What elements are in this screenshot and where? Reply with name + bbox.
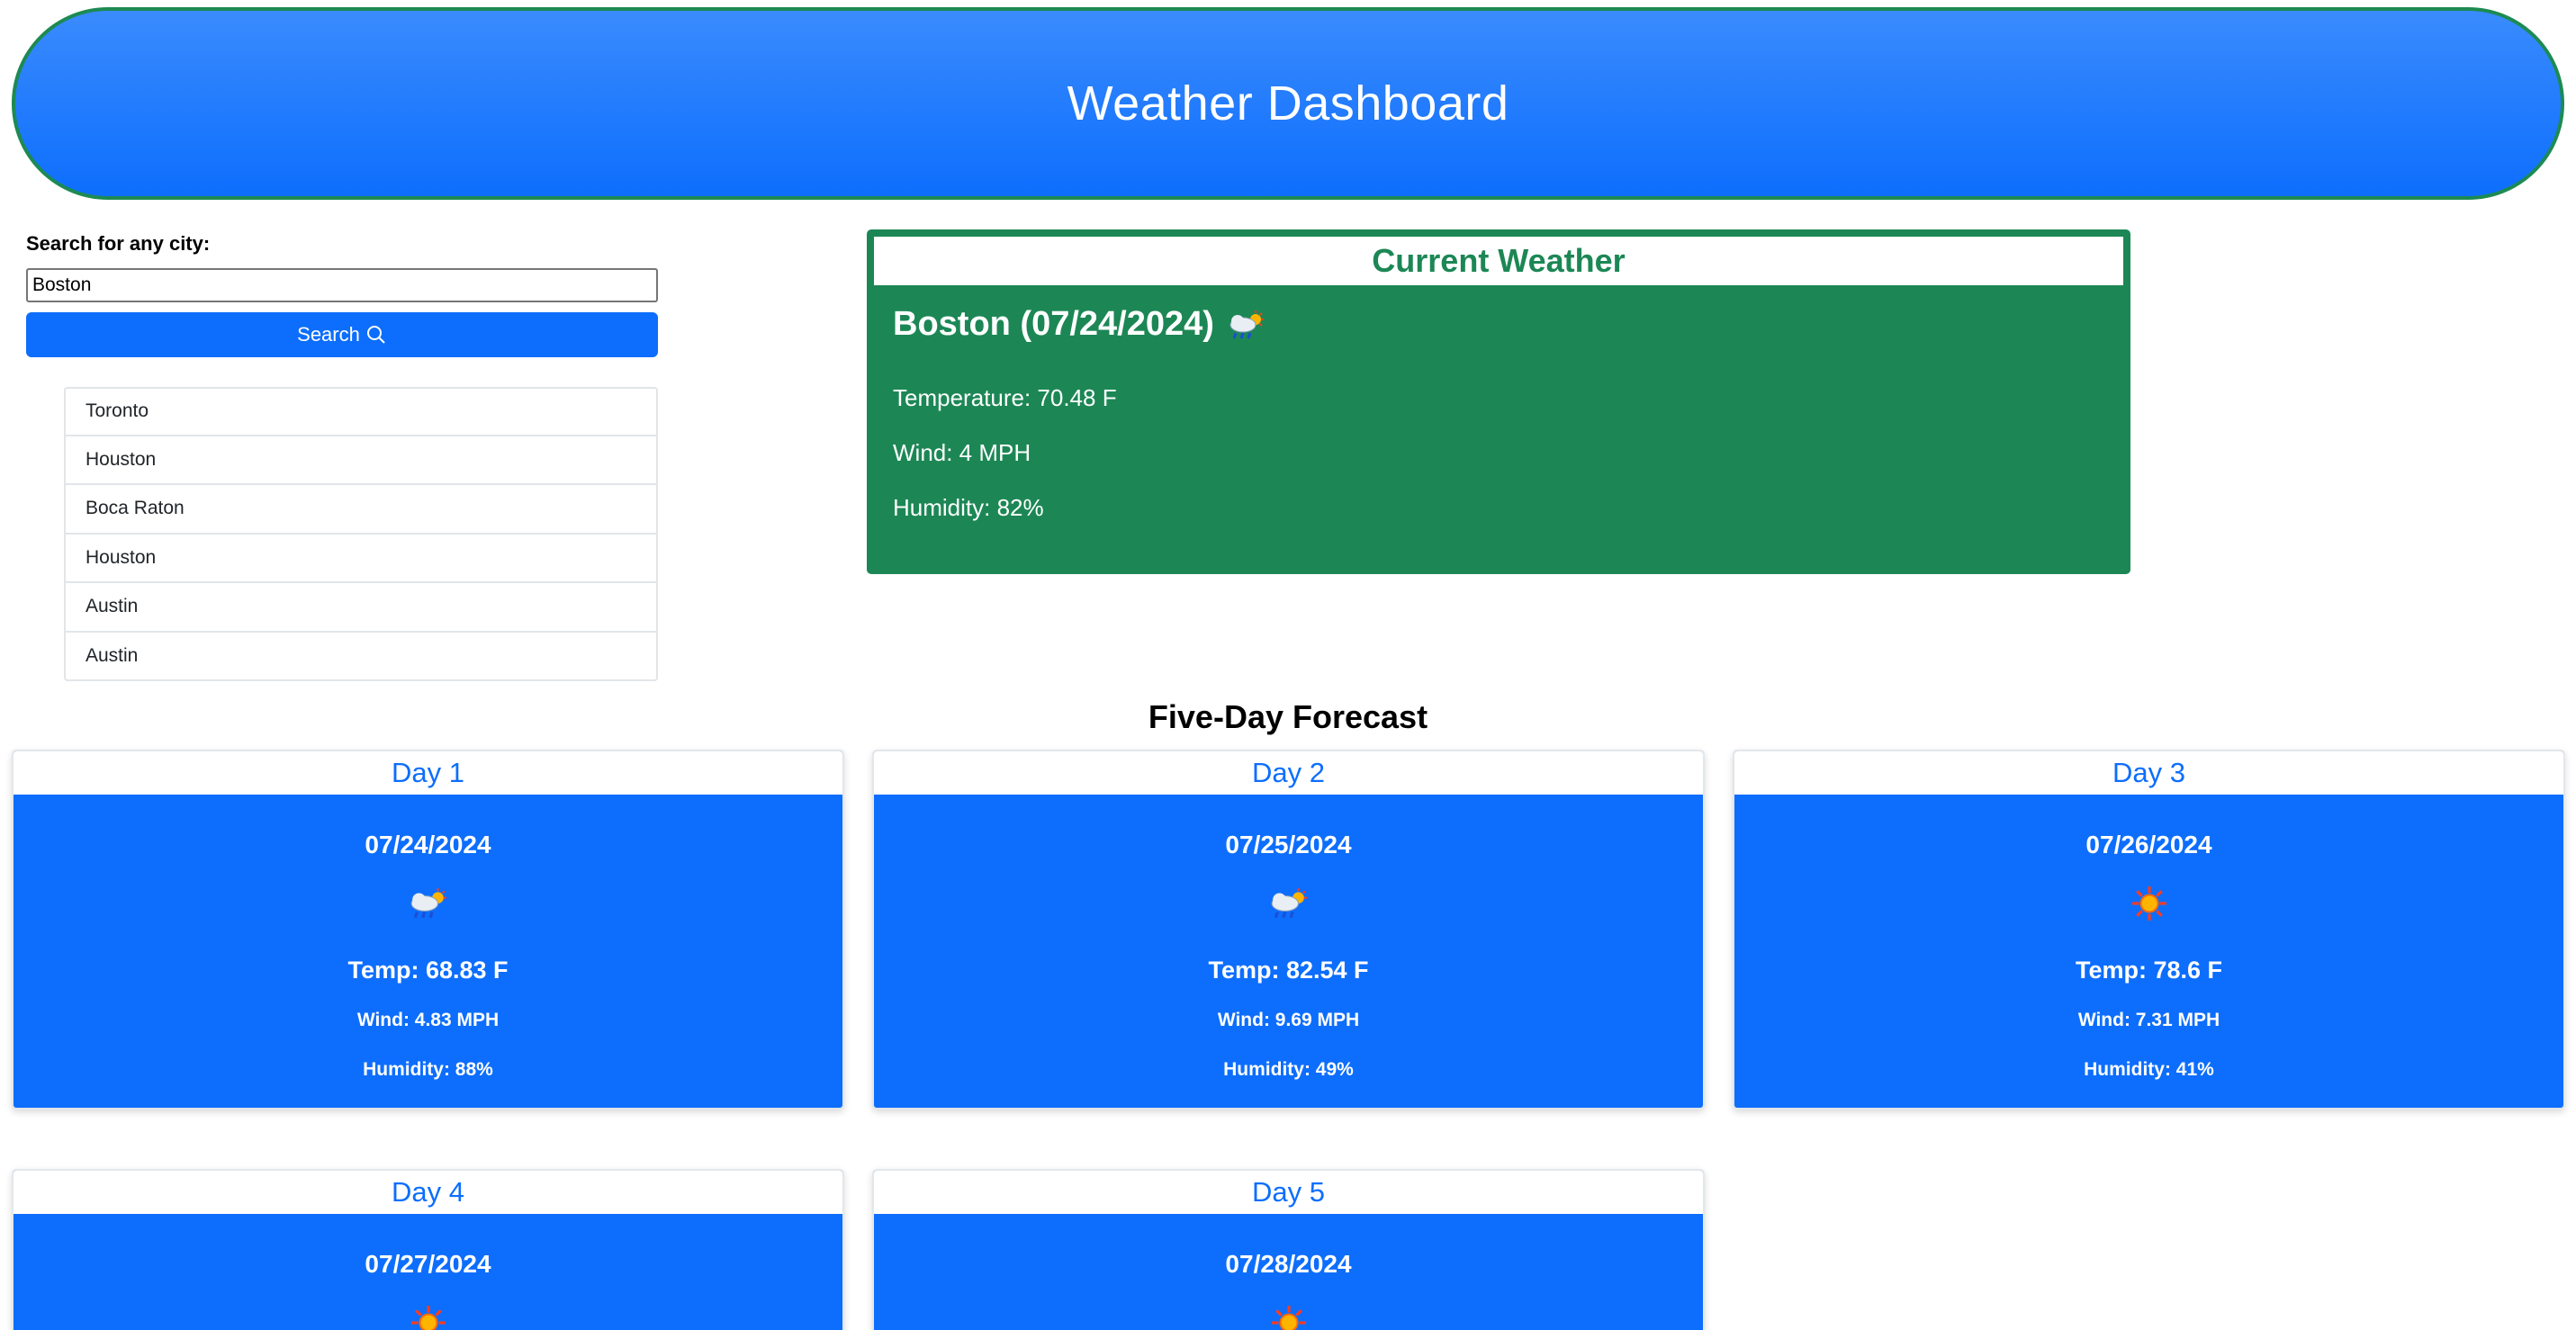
forecast-card-day-2: Day 2 07/25/2024 Temp: 82.54 F Wind: 9.6… [872,750,1705,1110]
forecast-card-day-3: Day 3 07/26/2024 Temp: 78.6 F Wind: 7.31… [1733,750,2565,1110]
history-item[interactable]: Boca Raton [64,485,658,535]
search-button[interactable]: Search [26,312,658,357]
forecast-card-day-5: Day 5 07/28/2024 [872,1169,1705,1330]
sun-icon [410,1306,446,1330]
city-search-input[interactable] [26,268,658,302]
cloud-rain-sun-icon [410,888,446,919]
forecast-date: 07/27/2024 [365,1250,491,1278]
forecast-humidity: Humidity: 41% [2084,1059,2214,1080]
forecast-humidity: Humidity: 49% [1223,1059,1354,1080]
sun-icon [1271,1306,1306,1330]
history-item[interactable]: Toronto [64,387,658,436]
forecast-card-header: Day 5 [874,1171,1703,1214]
search-label: Search for any city: [26,232,211,255]
forecast-card-header: Day 2 [874,751,1703,795]
current-city-heading: Boston (07/24/2024) [893,305,1268,344]
history-item[interactable]: Austin [64,583,658,633]
forecast-temp: Temp: 78.6 F [2075,957,2223,984]
forecast-temp: Temp: 82.54 F [1208,957,1369,984]
forecast-date: 07/25/2024 [1225,831,1352,858]
forecast-humidity: Humidity: 88% [363,1059,493,1080]
current-wind: Wind: 4 MPH [893,439,1031,466]
forecast-wind: Wind: 9.69 MPH [1217,1010,1360,1030]
page-header: Weather Dashboard [12,7,2564,200]
forecast-wind: Wind: 7.31 MPH [2077,1010,2220,1030]
forecast-date: 07/26/2024 [2085,831,2212,858]
current-humidity: Humidity: 82% [893,494,1044,521]
page-title: Weather Dashboard [1067,76,1509,130]
history-item[interactable]: Houston [64,534,658,583]
history-item[interactable]: Austin [64,632,658,681]
forecast-date: 07/28/2024 [1225,1250,1352,1278]
forecast-title: Five-Day Forecast [1148,698,1428,735]
current-weather-header: Current Weather [874,237,2123,285]
forecast-card-header: Day 4 [14,1171,842,1214]
cloud-rain-sun-icon [1229,310,1264,338]
forecast-card-header: Day 3 [1734,751,2563,795]
search-button-label: Search [297,323,360,346]
sun-icon [2131,886,2166,921]
search-icon [366,326,385,344]
forecast-date: 07/24/2024 [365,831,491,858]
current-temperature: Temperature: 70.48 F [893,384,1117,411]
search-history-list: Toronto Houston Boca Raton Houston Austi… [64,387,658,681]
forecast-card-day-1: Day 1 07/24/2024 Temp: 68.83 F Wind: 4.8… [12,750,844,1110]
current-weather-title: Current Weather [1372,242,1626,279]
forecast-card-header: Day 1 [14,751,842,795]
cloud-rain-sun-icon [1271,888,1307,919]
current-weather-panel: Current Weather Boston (07/24/2024) Temp… [867,229,2130,574]
history-item[interactable]: Houston [64,436,658,485]
forecast-wind: Wind: 4.83 MPH [356,1010,500,1030]
forecast-temp: Temp: 68.83 F [347,957,509,984]
forecast-card-day-4: Day 4 07/27/2024 [12,1169,844,1330]
current-city-date: Boston (07/24/2024) [893,305,1214,343]
